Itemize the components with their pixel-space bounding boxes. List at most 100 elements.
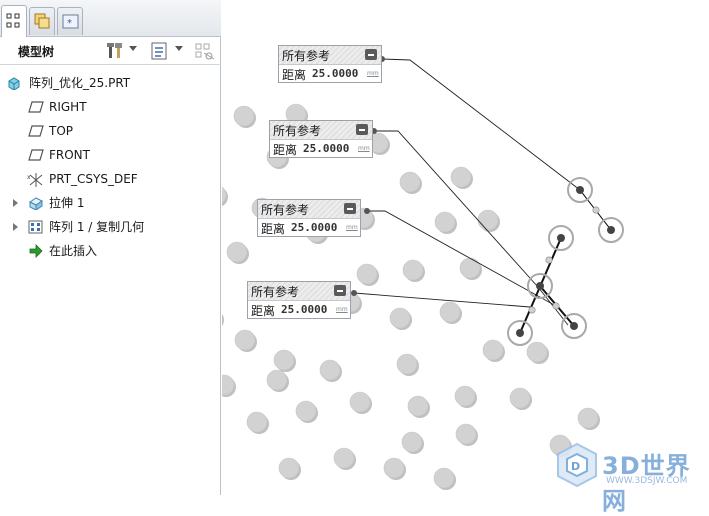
tools-dropdown-icon[interactable] <box>129 46 137 51</box>
callout-label: 距离 <box>251 304 276 318</box>
layers-icon <box>34 13 50 29</box>
tree-item-label: FRONT <box>49 148 90 162</box>
star-folder-icon: * <box>62 14 79 29</box>
pattern-hole[interactable] <box>509 387 531 409</box>
pattern-hole[interactable] <box>273 349 295 371</box>
callout-label: 距离 <box>273 143 298 157</box>
tree-item-part[interactable]: 阵列_优化_25.PRT <box>0 72 221 94</box>
show-hide-icon[interactable] <box>194 41 216 61</box>
pattern-hole[interactable] <box>407 395 429 417</box>
tab-favorites[interactable]: * <box>57 7 83 35</box>
graphics-window[interactable]: 所有参考 距离 25.0000 mm 所有参考 距离 25.0000 mm 所有… <box>222 0 709 495</box>
pattern-hole[interactable] <box>319 359 341 381</box>
tree-item-label: 拉伸 1 <box>49 196 85 210</box>
pattern-hole[interactable] <box>246 411 268 433</box>
expand-arrow-icon[interactable] <box>13 223 18 231</box>
model-tree-title: 模型树 <box>18 45 55 59</box>
pattern-hole[interactable] <box>454 385 476 407</box>
tree-item-top-plane[interactable]: TOP <box>0 120 221 142</box>
pattern-hole[interactable] <box>278 457 300 479</box>
tree-item-pattern[interactable]: 阵列 1 / 复制几何 <box>0 216 221 238</box>
pattern-hole[interactable] <box>482 339 504 361</box>
settings-dropdown-icon[interactable] <box>175 46 183 51</box>
pattern-hole[interactable] <box>399 171 421 193</box>
pattern-hole[interactable] <box>433 467 455 489</box>
pattern-hole[interactable] <box>349 391 371 413</box>
site-watermark: D 3D世界网 WWW.3DSJW.COM <box>554 440 709 515</box>
pattern-hole[interactable] <box>401 431 423 453</box>
datum-plane-icon <box>28 125 44 137</box>
pattern-hole[interactable] <box>396 353 418 375</box>
tree-item-extrude[interactable]: 拉伸 1 <box>0 192 221 214</box>
pattern-hole[interactable] <box>434 211 456 233</box>
collapse-icon[interactable] <box>334 285 346 296</box>
leader-line <box>374 130 569 326</box>
distance-value[interactable]: 25.0000 <box>291 221 337 234</box>
tree-item-label: PRT_CSYS_DEF <box>49 172 138 186</box>
distance-value[interactable]: 25.0000 <box>303 142 349 155</box>
pattern-hole[interactable] <box>383 457 405 479</box>
callout-label: 距离 <box>261 222 286 236</box>
dimension-handle <box>545 256 553 264</box>
dimension-callout-2[interactable]: 所有参考 距离 25.0000 mm <box>269 120 373 158</box>
tab-model-tree[interactable] <box>1 5 27 37</box>
pattern-hole[interactable] <box>439 301 461 323</box>
distance-value[interactable]: 25.0000 <box>281 303 327 316</box>
collapse-icon[interactable] <box>344 203 356 214</box>
pattern-hole[interactable] <box>455 423 477 445</box>
pattern-hole[interactable] <box>459 257 481 279</box>
tree-item-label: RIGHT <box>49 100 87 114</box>
dimension-callout-4[interactable]: 所有参考 距离 25.0000 mm <box>247 281 351 319</box>
insert-arrow-icon <box>29 244 43 258</box>
unit-label: mm <box>346 224 358 231</box>
dimension-handle <box>528 306 536 314</box>
tree-item-front-plane[interactable]: FRONT <box>0 144 221 166</box>
unit-label: mm <box>336 306 348 313</box>
collapse-icon[interactable] <box>365 49 377 60</box>
pattern-hole[interactable] <box>526 341 548 363</box>
tree-item-label: 阵列_优化_25.PRT <box>29 76 131 90</box>
hole-center-point <box>576 186 584 194</box>
dimension-callout-1[interactable]: 所有参考 距离 25.0000 mm <box>278 45 382 83</box>
distance-value[interactable]: 25.0000 <box>312 67 358 80</box>
leader-line <box>353 292 531 308</box>
csys-icon: x <box>27 173 43 187</box>
pattern-hole[interactable] <box>356 263 378 285</box>
pattern-hole[interactable] <box>226 241 248 263</box>
dimension-callout-3[interactable]: 所有参考 距离 25.0000 mm <box>257 199 361 237</box>
tree-item-insert-here[interactable]: 在此插入 <box>0 240 221 262</box>
tree-item-right-plane[interactable]: RIGHT <box>0 96 221 118</box>
leader-anchor <box>351 290 357 296</box>
pattern-hole[interactable] <box>234 329 256 351</box>
model-tree-header: 模型树 <box>0 37 221 65</box>
pattern-hole[interactable] <box>477 209 499 231</box>
collapse-icon[interactable] <box>356 124 368 135</box>
pattern-hole[interactable] <box>295 400 317 422</box>
pattern-hole[interactable] <box>266 369 288 391</box>
watermark-url: WWW.3DSJW.COM <box>606 476 688 486</box>
pattern-hole[interactable] <box>389 307 411 329</box>
model-tree-icon <box>6 13 20 28</box>
svg-text:D: D <box>571 460 580 473</box>
expand-arrow-icon[interactable] <box>13 199 18 207</box>
extrude-icon <box>29 197 43 210</box>
settings-list-icon[interactable] <box>150 41 170 61</box>
callout-title: 所有参考 <box>251 285 300 299</box>
leader-line <box>367 210 557 307</box>
navigator-tab-strip: * <box>0 0 221 37</box>
pattern-hole[interactable] <box>402 259 424 281</box>
tree-item-csys[interactable]: x PRT_CSYS_DEF <box>0 168 221 190</box>
callout-title: 所有参考 <box>273 124 322 138</box>
tab-layers[interactable] <box>29 7 55 35</box>
hole-center-point <box>557 234 565 242</box>
pattern-hole[interactable] <box>333 447 355 469</box>
pattern-hole[interactable] <box>577 407 599 429</box>
pattern-hole[interactable] <box>450 166 472 188</box>
unit-label: mm <box>358 145 370 152</box>
pattern-hole[interactable] <box>233 105 255 127</box>
callout-title: 所有参考 <box>282 49 331 63</box>
part-cube-icon <box>8 77 20 90</box>
hole-center-point <box>570 322 578 330</box>
tools-icon[interactable] <box>106 41 126 61</box>
datum-plane-icon <box>28 149 44 161</box>
